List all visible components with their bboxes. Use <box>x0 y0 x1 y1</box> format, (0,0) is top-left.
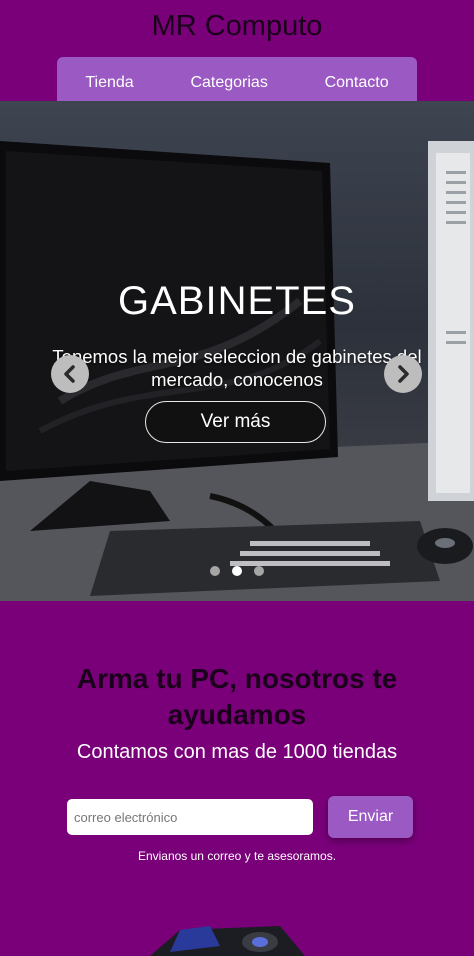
carousel-indicators <box>0 566 474 576</box>
main-nav: Tienda Categorias Contacto <box>57 57 417 101</box>
site-header: MR Computo Tienda Categorias Contacto <box>0 0 474 101</box>
carousel-next-button[interactable] <box>384 355 422 393</box>
cta-title: Arma tu PC, nosotros te ayudamos <box>76 663 398 730</box>
cta-note: Envianos un correo y te asesoramos. <box>137 849 337 863</box>
product-image <box>150 926 305 956</box>
hero-carousel: GABINETES Tenemos la mejor seleccion de … <box>0 101 474 601</box>
cta-subtitle: Contamos con mas de 1000 tiendas <box>76 741 398 763</box>
carousel-prev-button[interactable] <box>51 355 89 393</box>
chevron-left-icon <box>64 365 75 383</box>
nav-link-categorias[interactable]: Categorias <box>190 66 267 92</box>
nav-link-contacto[interactable]: Contacto <box>325 66 389 92</box>
email-input[interactable] <box>67 799 313 835</box>
chevron-right-icon <box>398 365 409 383</box>
send-button[interactable]: Enviar <box>328 796 413 838</box>
carousel-dot-2[interactable] <box>232 566 242 576</box>
hero-title: GABINETES <box>118 279 356 323</box>
carousel-dot-1[interactable] <box>210 566 220 576</box>
brand-title: MR Computo <box>151 10 323 42</box>
ver-mas-button[interactable]: Ver más <box>145 401 326 443</box>
carousel-dot-3[interactable] <box>254 566 264 576</box>
nav-link-tienda[interactable]: Tienda <box>85 66 133 92</box>
